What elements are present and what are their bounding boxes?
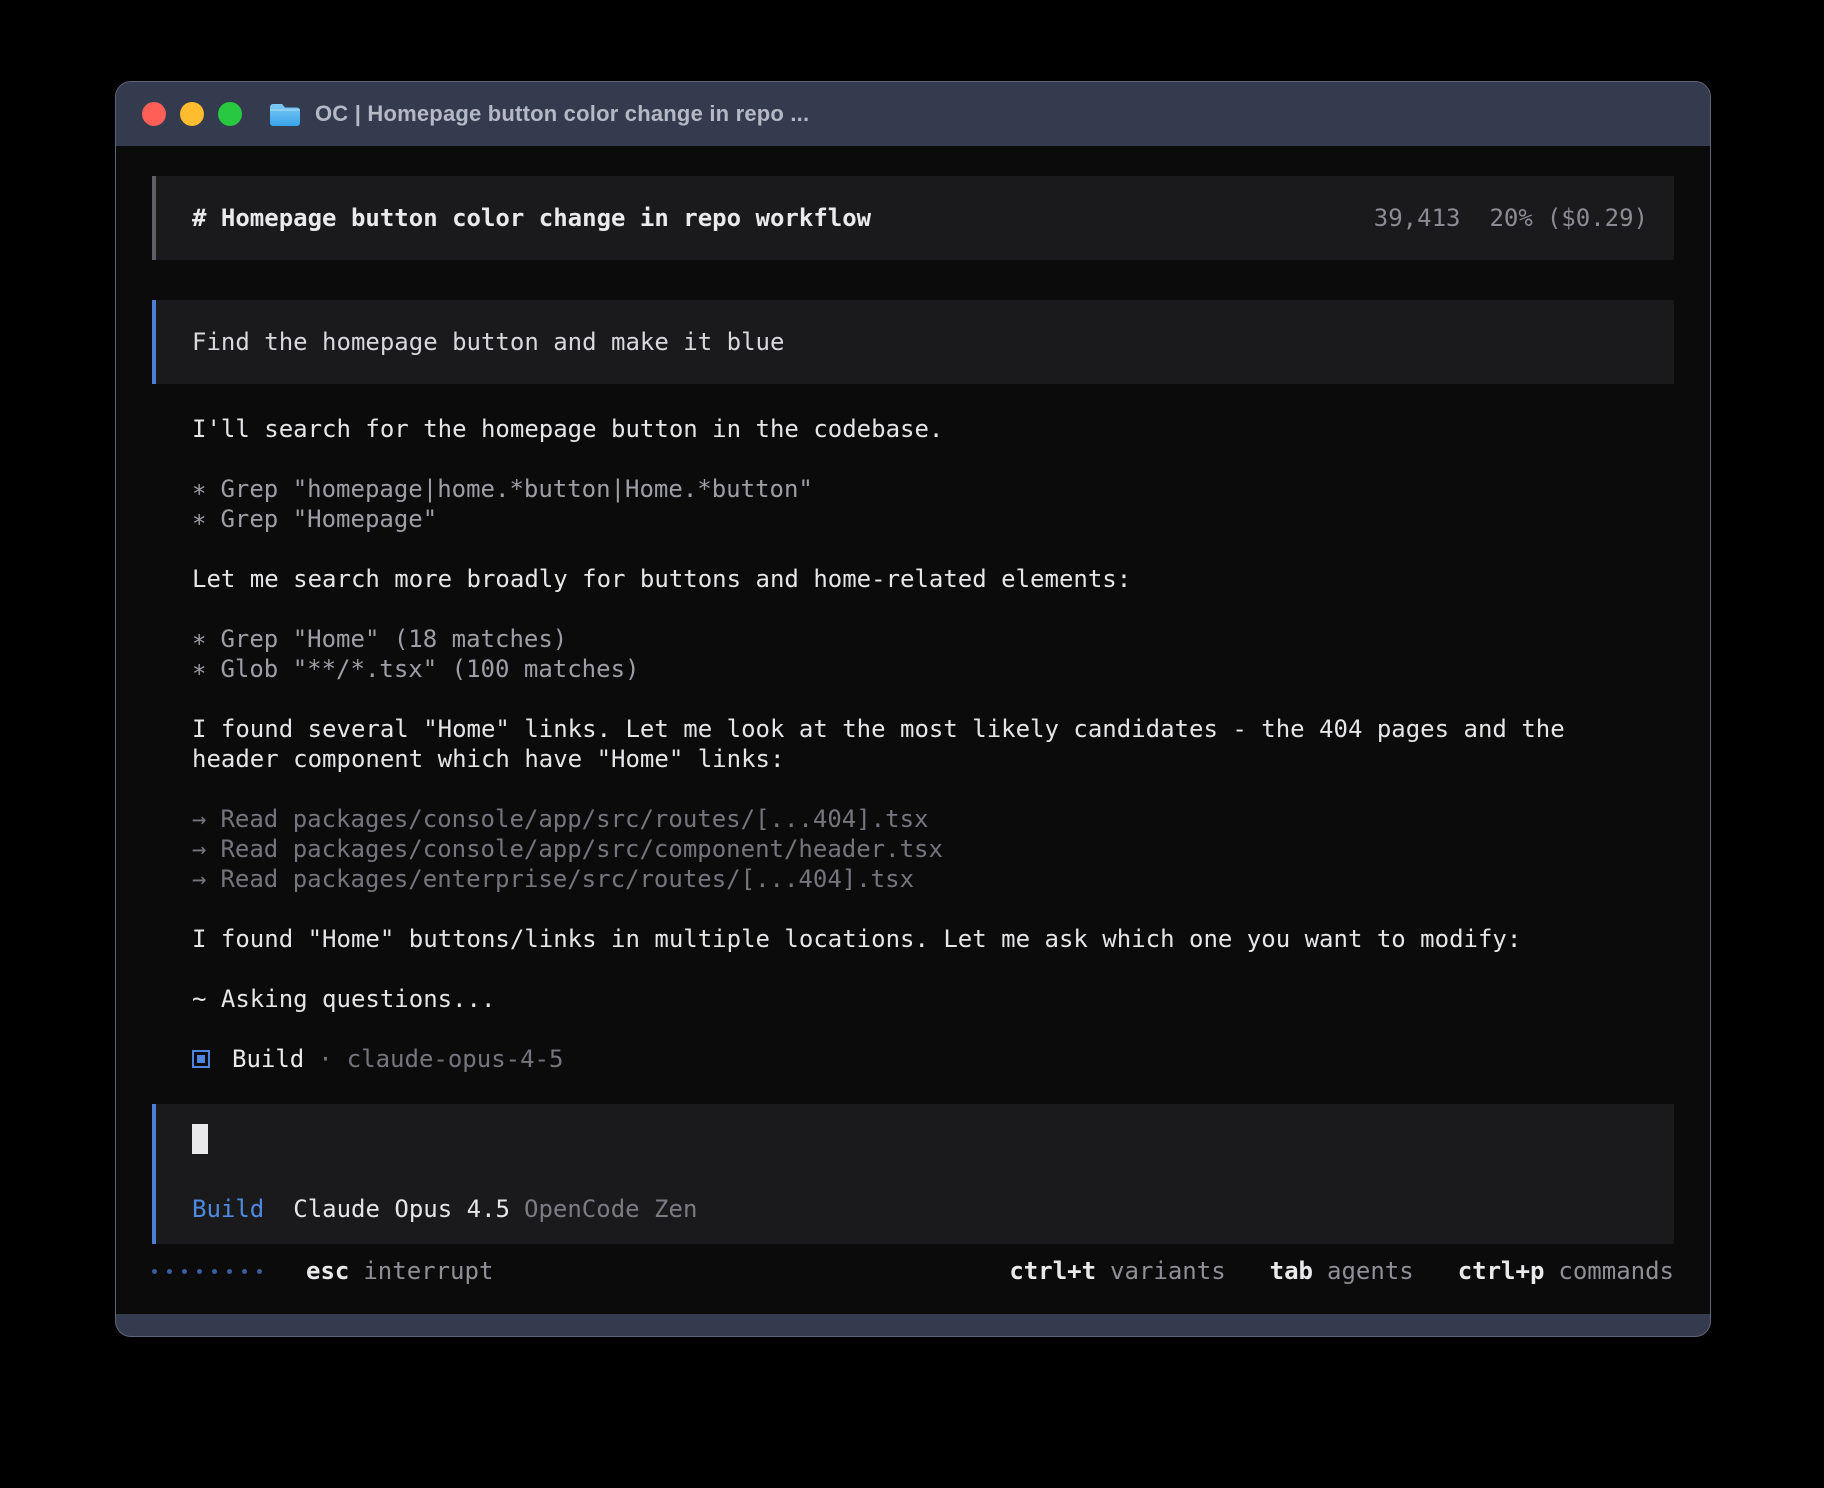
provider-label: OpenCode Zen bbox=[524, 1194, 697, 1224]
user-message: Find the homepage button and make it blu… bbox=[152, 300, 1674, 384]
session-stats: 39,413 20% ($0.29) bbox=[1374, 203, 1648, 233]
tool-call-line: ∗ Grep "homepage|home.*button|Home.*butt… bbox=[192, 474, 1674, 504]
hint-label: commands bbox=[1558, 1256, 1674, 1286]
footer-left: esc interrupt bbox=[152, 1256, 493, 1286]
tool-call-group: ∗ Grep "Home" (18 matches) ∗ Glob "**/*.… bbox=[192, 624, 1674, 684]
tool-call-group: ∗ Grep "homepage|home.*button|Home.*butt… bbox=[192, 474, 1674, 534]
close-button[interactable] bbox=[142, 102, 166, 126]
assistant-paragraph: I found "Home" buttons/links in multiple… bbox=[192, 924, 1579, 954]
read-file-text: Read packages/console/app/src/component/… bbox=[220, 834, 942, 864]
tool-call-text: Grep "Home" (18 matches) bbox=[220, 624, 567, 654]
session-cost: ($0.29) bbox=[1547, 203, 1648, 233]
titlebar: OC | Homepage button color change in rep… bbox=[116, 82, 1710, 146]
arrow-right-icon: → bbox=[192, 834, 206, 864]
tool-call-text: Glob "**/*.tsx" (100 matches) bbox=[220, 654, 639, 684]
hint-key: tab bbox=[1270, 1256, 1313, 1286]
footer-right: ctrl+t variants tab agents ctrl+p comman… bbox=[1009, 1256, 1674, 1286]
arrow-right-icon: → bbox=[192, 804, 206, 834]
hint-agents: tab agents bbox=[1270, 1256, 1414, 1286]
user-message-text: Find the homepage button and make it blu… bbox=[192, 328, 784, 356]
assistant-paragraph: I'll search for the homepage button in t… bbox=[192, 414, 1579, 444]
assistant-transcript: I'll search for the homepage button in t… bbox=[152, 414, 1674, 1074]
asterisk-icon: ∗ bbox=[192, 474, 206, 504]
mode-label: Build bbox=[192, 1194, 264, 1224]
agent-model: claude-opus-4-5 bbox=[347, 1044, 564, 1074]
hint-key: ctrl+t bbox=[1009, 1256, 1096, 1286]
read-file-text: Read packages/enterprise/src/routes/[...… bbox=[220, 864, 914, 894]
build-mode-icon bbox=[192, 1050, 210, 1068]
input-meta-row: Build Claude Opus 4.5 OpenCode Zen bbox=[192, 1194, 1648, 1224]
spinner-dots-icon bbox=[152, 1269, 262, 1274]
app-window: OC | Homepage button color change in rep… bbox=[115, 81, 1711, 1337]
assistant-paragraph: I found several "Home" links. Let me loo… bbox=[192, 714, 1579, 774]
read-file-line: → Read packages/console/app/src/componen… bbox=[192, 834, 1674, 864]
arrow-right-icon: → bbox=[192, 864, 206, 894]
hint-label: agents bbox=[1327, 1256, 1414, 1286]
agent-name: Build bbox=[232, 1044, 304, 1074]
tool-call-line: ∗ Grep "Home" (18 matches) bbox=[192, 624, 1674, 654]
traffic-lights bbox=[142, 102, 242, 126]
tool-call-line: ∗ Glob "**/*.tsx" (100 matches) bbox=[192, 654, 1674, 684]
dot-separator: · bbox=[318, 1044, 332, 1074]
terminal: # Homepage button color change in repo w… bbox=[116, 146, 1710, 1314]
working-status: ~ Asking questions... bbox=[192, 984, 1674, 1014]
window-title: OC | Homepage button color change in rep… bbox=[315, 101, 809, 127]
context-percent: 20% bbox=[1489, 203, 1532, 233]
prompt-input[interactable]: Build Claude Opus 4.5 OpenCode Zen bbox=[152, 1104, 1674, 1244]
token-count: 39,413 bbox=[1374, 203, 1461, 233]
agent-status-row: Build · claude-opus-4-5 bbox=[192, 1044, 1674, 1074]
hint-label: interrupt bbox=[363, 1256, 493, 1286]
read-file-group: → Read packages/console/app/src/routes/[… bbox=[192, 804, 1674, 894]
read-file-line: → Read packages/enterprise/src/routes/[.… bbox=[192, 864, 1674, 894]
desktop: OC | Homepage button color change in rep… bbox=[0, 0, 1824, 1488]
session-title: # Homepage button color change in repo w… bbox=[192, 203, 871, 233]
hint-interrupt: esc interrupt bbox=[306, 1256, 493, 1286]
asterisk-icon: ∗ bbox=[192, 624, 206, 654]
status-footer: esc interrupt ctrl+t variants tab agents… bbox=[152, 1256, 1674, 1286]
read-file-text: Read packages/console/app/src/routes/[..… bbox=[220, 804, 928, 834]
model-label: Claude Opus 4.5 bbox=[293, 1194, 510, 1224]
read-file-line: → Read packages/console/app/src/routes/[… bbox=[192, 804, 1674, 834]
hint-key: esc bbox=[306, 1256, 349, 1286]
assistant-paragraph: Let me search more broadly for buttons a… bbox=[192, 564, 1579, 594]
tool-call-text: Grep "homepage|home.*button|Home.*button… bbox=[220, 474, 812, 504]
text-cursor bbox=[192, 1124, 208, 1154]
zoom-button[interactable] bbox=[218, 102, 242, 126]
asterisk-icon: ∗ bbox=[192, 504, 206, 534]
asterisk-icon: ∗ bbox=[192, 654, 206, 684]
hint-key: ctrl+p bbox=[1458, 1256, 1545, 1286]
minimize-button[interactable] bbox=[180, 102, 204, 126]
folder-icon bbox=[268, 100, 302, 128]
hint-variants: ctrl+t variants bbox=[1009, 1256, 1225, 1286]
tool-call-line: ∗ Grep "Homepage" bbox=[192, 504, 1674, 534]
hint-label: variants bbox=[1110, 1256, 1226, 1286]
hint-commands: ctrl+p commands bbox=[1458, 1256, 1674, 1286]
tool-call-text: Grep "Homepage" bbox=[220, 504, 437, 534]
session-header: # Homepage button color change in repo w… bbox=[152, 176, 1674, 260]
